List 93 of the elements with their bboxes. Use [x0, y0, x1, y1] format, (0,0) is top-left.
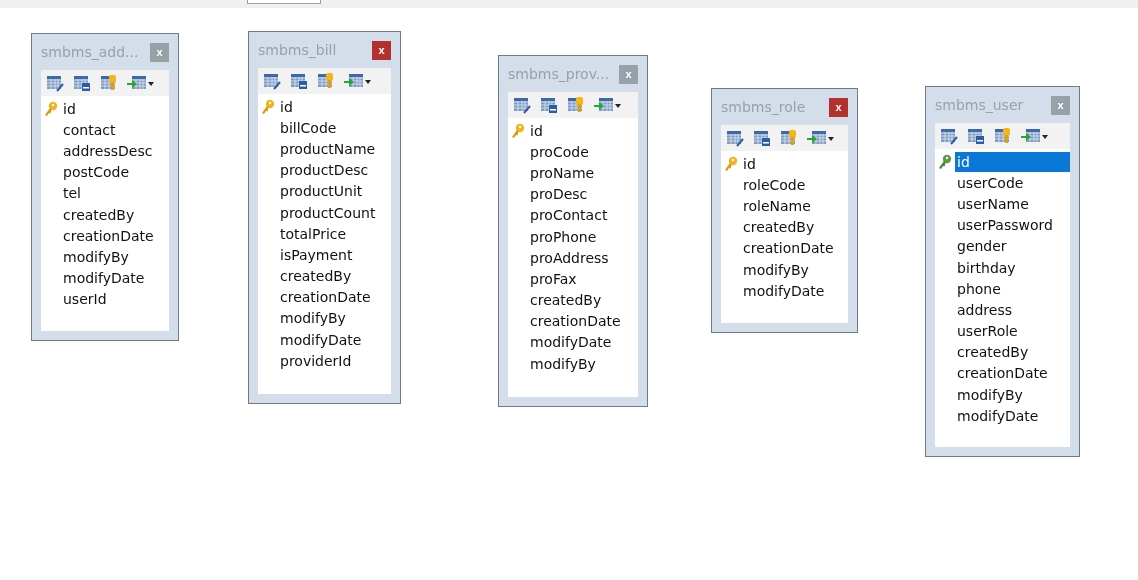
- field-name[interactable]: creationDate: [528, 311, 625, 332]
- field-name[interactable]: proDesc: [528, 184, 592, 205]
- field-name[interactable]: contact: [61, 119, 120, 140]
- table-import-icon[interactable]: [807, 129, 835, 147]
- key-icon: [44, 100, 58, 117]
- field-name[interactable]: userName: [955, 193, 1033, 214]
- field-name[interactable]: phone: [955, 278, 1005, 299]
- close-button[interactable]: x: [829, 97, 848, 117]
- table-form-icon[interactable]: [290, 72, 308, 90]
- table-import-icon[interactable]: [594, 96, 622, 114]
- table-form-icon[interactable]: [540, 96, 558, 114]
- table-form-icon[interactable]: [73, 74, 91, 92]
- table-form-icon[interactable]: [753, 129, 771, 147]
- field-name[interactable]: roleCode: [741, 174, 810, 195]
- field-name[interactable]: proCode: [528, 141, 593, 162]
- field-name[interactable]: billCode: [278, 117, 341, 138]
- table-window[interactable]: smbms_bill x id billCode productName productDesc productUnit productCount totalPrice isPayment createdBy creationDate modifyBy modifyDate providerId: [248, 31, 401, 404]
- field-name[interactable]: productCount: [278, 202, 380, 223]
- field-name[interactable]: creationDate: [61, 225, 158, 246]
- field-name[interactable]: createdBy: [955, 342, 1033, 363]
- field-name[interactable]: roleName: [741, 195, 815, 216]
- field-name[interactable]: gender: [955, 236, 1011, 257]
- table-key-icon[interactable]: [100, 74, 118, 92]
- key-icon: [724, 155, 738, 172]
- field-name[interactable]: proPhone: [528, 226, 601, 247]
- field-name[interactable]: modifyBy: [278, 308, 350, 329]
- field-name[interactable]: creationDate: [278, 287, 375, 308]
- table-edit-icon[interactable]: [513, 96, 531, 114]
- field-name[interactable]: address: [955, 299, 1016, 320]
- field-name[interactable]: modifyDate: [741, 280, 829, 301]
- field-name[interactable]: modifyDate: [278, 329, 366, 350]
- key-icon: [261, 98, 275, 115]
- table-title: smbms_user: [935, 97, 1024, 113]
- field-name[interactable]: createdBy: [61, 204, 139, 225]
- table-import-icon[interactable]: [127, 74, 155, 92]
- field-name[interactable]: userId: [61, 289, 111, 310]
- field-name[interactable]: createdBy: [278, 266, 356, 287]
- field-name[interactable]: id: [955, 151, 1070, 172]
- field-name[interactable]: proAddress: [528, 247, 613, 268]
- field-name[interactable]: userPassword: [955, 215, 1057, 236]
- field-name[interactable]: creationDate: [741, 238, 838, 259]
- field-name[interactable]: id: [278, 96, 297, 117]
- field-name[interactable]: isPayment: [278, 244, 357, 265]
- field-name[interactable]: proFax: [528, 268, 581, 289]
- field-name[interactable]: id: [528, 120, 547, 141]
- table-edit-icon[interactable]: [263, 72, 281, 90]
- field-name[interactable]: modifyDate: [528, 332, 616, 353]
- field-name[interactable]: creationDate: [955, 363, 1052, 384]
- field-name[interactable]: userRole: [955, 321, 1022, 342]
- key-icon: [938, 153, 952, 170]
- table-window[interactable]: smbms_user x id userCode userName userPassword gender birthday phone address userRole createdBy creationDate modifyBy modifyDate: [925, 86, 1080, 457]
- field-name[interactable]: productUnit: [278, 181, 367, 202]
- table-window[interactable]: smbms_role x id roleCode roleName createdBy creationDate modifyBy modifyDate: [711, 88, 858, 333]
- table-title: smbms_bill: [258, 42, 337, 58]
- table-edit-icon[interactable]: [46, 74, 64, 92]
- table-key-icon[interactable]: [317, 72, 335, 90]
- table-key-icon[interactable]: [567, 96, 585, 114]
- field-name[interactable]: addressDesc: [61, 140, 157, 161]
- field-name[interactable]: proContact: [528, 205, 612, 226]
- field-name[interactable]: modifyDate: [61, 268, 149, 289]
- field-name[interactable]: id: [741, 153, 760, 174]
- field-name[interactable]: birthday: [955, 257, 1020, 278]
- field-name[interactable]: productName: [278, 138, 380, 159]
- field-name[interactable]: createdBy: [741, 217, 819, 238]
- table-window[interactable]: smbms_add... x id contact addressDesc postCode tel createdBy creationDate modifyBy modifyDate userId: [31, 33, 179, 341]
- field-name[interactable]: totalPrice: [278, 223, 351, 244]
- toolbar-field[interactable]: [247, 0, 321, 4]
- field-name[interactable]: proName: [528, 162, 599, 183]
- field-name[interactable]: modifyBy: [61, 246, 133, 267]
- field-name[interactable]: modifyDate: [955, 405, 1043, 426]
- field-name[interactable]: modifyBy: [528, 353, 600, 374]
- field-name[interactable]: tel: [61, 183, 85, 204]
- table-title: smbms_role: [721, 99, 806, 115]
- key-icon: [511, 122, 525, 139]
- table-import-icon[interactable]: [344, 72, 372, 90]
- table-form-icon[interactable]: [967, 127, 985, 145]
- table-import-icon[interactable]: [1021, 127, 1049, 145]
- field-name[interactable]: modifyBy: [741, 259, 813, 280]
- table-edit-icon[interactable]: [726, 129, 744, 147]
- field-name[interactable]: id: [61, 98, 80, 119]
- field-name[interactable]: providerId: [278, 350, 356, 371]
- field-name[interactable]: modifyBy: [955, 384, 1027, 405]
- close-button[interactable]: x: [372, 40, 391, 60]
- field-name[interactable]: postCode: [61, 162, 134, 183]
- table-key-icon[interactable]: [780, 129, 798, 147]
- table-edit-icon[interactable]: [940, 127, 958, 145]
- table-title: smbms_add...: [41, 44, 139, 60]
- table-key-icon[interactable]: [994, 127, 1012, 145]
- table-title: smbms_prov...: [508, 66, 610, 82]
- field-name[interactable]: createdBy: [528, 290, 606, 311]
- table-window[interactable]: smbms_prov... x id proCode proName proDesc proContact proPhone proAddress proFax createdBy creationDate modifyDate modifyBy: [498, 55, 648, 407]
- field-name[interactable]: productDesc: [278, 160, 373, 181]
- field-name[interactable]: userCode: [955, 172, 1028, 193]
